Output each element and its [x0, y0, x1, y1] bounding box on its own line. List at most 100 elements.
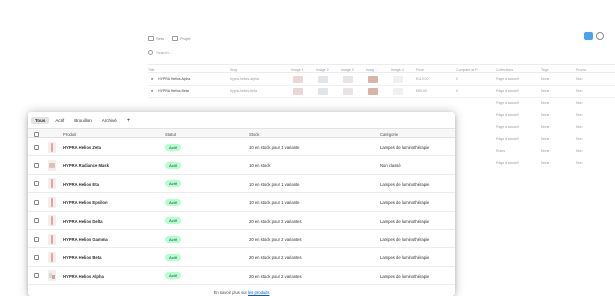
- product-name[interactable]: HYPRA Helios Epsilon: [63, 200, 108, 205]
- footer-text: En savoir plus sur: [213, 290, 247, 295]
- status-badge: Actif: [165, 161, 181, 169]
- category-text: Lampes de luminothérapie: [380, 181, 430, 187]
- column-image-4: Image 4: [391, 68, 404, 72]
- row-slug: hypra-helios-alpha: [230, 77, 259, 81]
- stock-text: 10 en stock pour 1 variante: [249, 200, 300, 206]
- product-row[interactable]: HYPRA Helios Gamma Actif 20 en stock pour …: [28, 230, 455, 249]
- row-collection: Page d'accueil: [496, 125, 519, 129]
- background-row[interactable]: ■ HYPRA Helios Alpha hypra-helios-alpha …: [148, 74, 615, 86]
- select-all-checkbox[interactable]: [34, 131, 39, 137]
- status-badge: Actif: [165, 253, 181, 261]
- column-tags: Tags: [541, 68, 549, 72]
- row-collection: Page d'accueil: [496, 101, 519, 105]
- tab-brouillon[interactable]: Brouillon: [70, 117, 96, 124]
- table-icon: [148, 35, 154, 41]
- row-collection: Page d'accueil: [496, 89, 519, 93]
- column-compare: Compare at P...: [456, 68, 481, 72]
- row-checkbox[interactable]: [34, 162, 39, 168]
- row-promo: Non: [576, 149, 583, 153]
- product-row[interactable]: HYPRA Radiance Mask Actif 10 en stock Non c…: [28, 156, 455, 175]
- tab-archive[interactable]: Archivé: [98, 117, 121, 124]
- product-name[interactable]: HYPRA Helios Beta: [63, 255, 101, 260]
- products-panel: Tous Actif Brouillon Archivé + Produit S…: [28, 112, 455, 296]
- header-status[interactable]: Statut: [165, 132, 176, 137]
- background-row-partial: Page d'accueil None Non: [496, 158, 615, 170]
- product-thumbnail: [48, 251, 56, 263]
- column-collections: Collections: [496, 68, 514, 72]
- category-text: Non classé: [380, 163, 401, 169]
- category-text: Lampes de luminothérapie: [380, 273, 430, 279]
- product-thumbnail: [48, 233, 56, 245]
- toolbar-projet-tab[interactable]: Projet: [172, 35, 190, 41]
- product-row[interactable]: HYPRA Helios Eta Actif 10 en stock pour 1 …: [28, 175, 455, 194]
- learn-more-link[interactable]: les produits: [248, 290, 269, 295]
- row-collection: Page d'accueil: [496, 113, 519, 117]
- column-image-x: Imag...: [366, 68, 377, 72]
- background-search[interactable]: Search...: [148, 50, 172, 55]
- row-collection: Page d'accueil: [496, 161, 519, 165]
- row-promo: Non: [576, 113, 583, 117]
- background-row-partial: Page d'accueil None Non: [496, 110, 615, 122]
- image-thumbnail: [293, 76, 303, 83]
- products-table-header: Produit Statut Stock Catégorie: [28, 128, 455, 138]
- row-promo: Non: [576, 137, 583, 141]
- product-thumbnail: [48, 270, 56, 282]
- gear-icon[interactable]: [596, 32, 604, 40]
- stock-text: 10 en stock pour 1 variante: [249, 181, 300, 187]
- product-name[interactable]: HYPRA Helios Alpha: [63, 274, 104, 279]
- row-tags: None: [541, 149, 550, 153]
- toolbar-sets-label: Sets: [156, 35, 165, 41]
- header-category[interactable]: Catégorie: [380, 132, 398, 137]
- product-name[interactable]: HYPRA Radiance Mask: [63, 163, 109, 168]
- row-checkbox[interactable]: [34, 199, 39, 205]
- row-checkbox[interactable]: [34, 236, 39, 242]
- blue-action-button[interactable]: [584, 32, 593, 40]
- product-name[interactable]: HYPRA Helios Gamma: [63, 237, 108, 242]
- product-thumbnail: [48, 141, 56, 153]
- column-promo: Promo: [576, 68, 587, 72]
- row-checkbox[interactable]: [34, 218, 39, 224]
- product-row[interactable]: HYPRA Helios Delta Actif 20 en stock pour …: [28, 212, 455, 230]
- product-thumbnail: [48, 159, 56, 171]
- background-table-header: Title Slug Image 1 Image 2 Image 3 Imag.…: [148, 64, 615, 73]
- row-promo: Non: [576, 77, 583, 81]
- header-product[interactable]: Produit: [63, 132, 76, 137]
- tab-tous[interactable]: Tous: [31, 117, 50, 124]
- row-promo: Non: [576, 125, 583, 129]
- header-stock[interactable]: Stock: [249, 132, 259, 137]
- add-view-button[interactable]: +: [123, 117, 135, 125]
- row-promo: Non: [576, 161, 583, 165]
- column-image-2: Image 2: [316, 68, 329, 72]
- product-row[interactable]: HYPRA Helios Zeta Actif 10 en stock pour 1…: [28, 138, 455, 157]
- row-checkbox[interactable]: [34, 254, 39, 260]
- status-badge: Actif: [165, 217, 181, 225]
- image-thumbnail: [393, 76, 403, 83]
- row-checkbox[interactable]: [34, 273, 39, 279]
- row-collection: Ruins: [496, 149, 505, 153]
- product-name[interactable]: HYPRA Helios Delta: [63, 219, 103, 224]
- row-promo: Non: [576, 101, 583, 105]
- row-slug: hypra-helios-beta: [230, 89, 258, 93]
- row-tags: None: [541, 125, 550, 129]
- row-tags: None: [541, 77, 550, 81]
- row-icon: ■: [151, 89, 154, 93]
- row-checkbox[interactable]: [34, 144, 39, 150]
- product-row[interactable]: HYPRA Helios Beta Actif 20 en stock pour 2…: [28, 248, 455, 267]
- row-checkbox[interactable]: [34, 181, 39, 187]
- tab-actif[interactable]: Actif: [51, 117, 68, 124]
- image-thumbnail: [293, 88, 303, 95]
- product-name[interactable]: HYPRA Helios Zeta: [63, 145, 101, 150]
- row-price: €59,00: [416, 89, 427, 93]
- product-row[interactable]: HYPRA Helios Epsilon Actif 10 en stock pou…: [28, 193, 455, 212]
- toolbar-sets-tab[interactable]: Sets: [148, 35, 165, 41]
- background-row[interactable]: ■ HYPRA Helios Beta hypra-helios-beta €5…: [148, 86, 615, 98]
- row-collection: Page d'accueil: [496, 77, 519, 81]
- row-tags: None: [541, 137, 550, 141]
- category-text: Lampes de luminothérapie: [380, 145, 430, 150]
- table-icon: [172, 35, 179, 41]
- product-name[interactable]: HYPRA Helios Eta: [63, 182, 99, 187]
- row-icon: ■: [151, 77, 154, 81]
- background-row-partial: Page d'accueil None Non: [496, 122, 615, 134]
- row-tags: None: [541, 101, 550, 105]
- product-row[interactable]: HYPRA Helios Alpha Actif 20 en stock pour …: [28, 267, 455, 286]
